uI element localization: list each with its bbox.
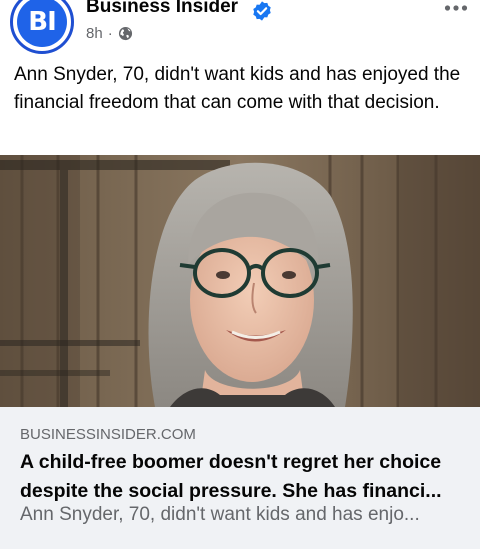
avatar-logo: BI [17,0,67,47]
post-header: BI Business Insider 8h · [0,0,480,56]
page-name[interactable]: Business Insider [86,0,238,18]
link-headline-line-2: despite the social pressure. She has fin… [20,480,442,502]
page-avatar[interactable]: BI [10,0,74,54]
verified-badge-icon [253,1,271,21]
meta-separator: · [107,25,113,42]
link-description: Ann Snyder, 70, didn't want kids and has… [20,504,420,525]
link-domain: BUSINESSINSIDER.COM [20,426,196,443]
link-preview-card[interactable]: BUSINESSINSIDER.COM A child-free boomer … [0,407,480,549]
more-options-icon[interactable] [444,2,468,14]
link-headline-line-1: A child-free boomer doesn't regret her c… [20,451,442,473]
globe-icon [118,26,132,41]
link-headline[interactable]: A child-free boomer doesn't regret her c… [20,448,460,506]
post-text: Ann Snyder, 70, didn't want kids and has… [14,64,461,113]
post-meta: 8h · [86,25,133,42]
link-image[interactable] [0,155,480,407]
post-time[interactable]: 8h [86,25,103,42]
article-photo [0,155,480,407]
